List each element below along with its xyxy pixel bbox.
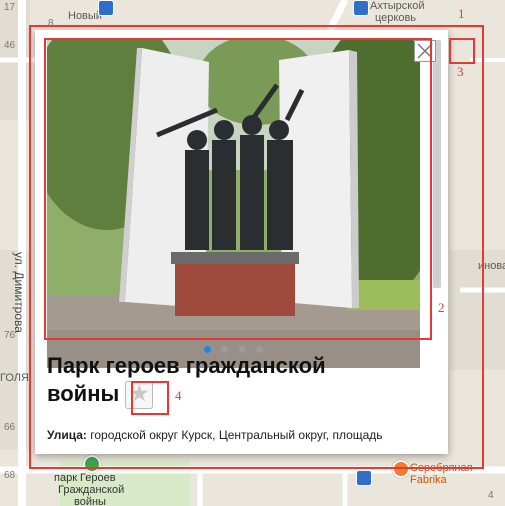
house-number: 68 xyxy=(4,470,16,481)
house-number: 66 xyxy=(4,422,16,433)
map-label-novy: Новый xyxy=(68,10,102,22)
map-label-street-dimitrova: ул. Димитрова xyxy=(12,252,26,333)
house-number: 46 xyxy=(4,40,16,51)
map-label-church-2: церковь xyxy=(375,12,417,24)
annotation-label-1: 1 xyxy=(458,6,465,21)
map-label-golya: ГОЛЯ xyxy=(0,372,29,384)
annotation-box-2 xyxy=(44,38,432,340)
church-poi-icon[interactable] xyxy=(353,0,369,16)
annotation-box-3 xyxy=(449,38,475,64)
map-label-serebryanaya-2: Fabrika xyxy=(410,474,447,486)
house-number: 76 xyxy=(4,330,16,341)
house-number: 17 xyxy=(4,2,16,13)
annotation-label-3: 3 xyxy=(457,64,464,79)
house-number: 4 xyxy=(488,490,494,501)
annotation-label-2: 2 xyxy=(438,300,445,315)
map-label-church: Ахтырской xyxy=(370,0,425,12)
map-label-park-2: Гражданской xyxy=(58,484,125,496)
annotation-box-4 xyxy=(131,381,169,415)
map-label-park: парк Героев xyxy=(54,472,116,484)
transit-poi-icon[interactable] xyxy=(98,0,114,16)
map-label-park-3: войны xyxy=(74,496,106,506)
info-poi-icon[interactable] xyxy=(356,470,372,486)
annotation-label-4: 4 xyxy=(175,388,182,403)
